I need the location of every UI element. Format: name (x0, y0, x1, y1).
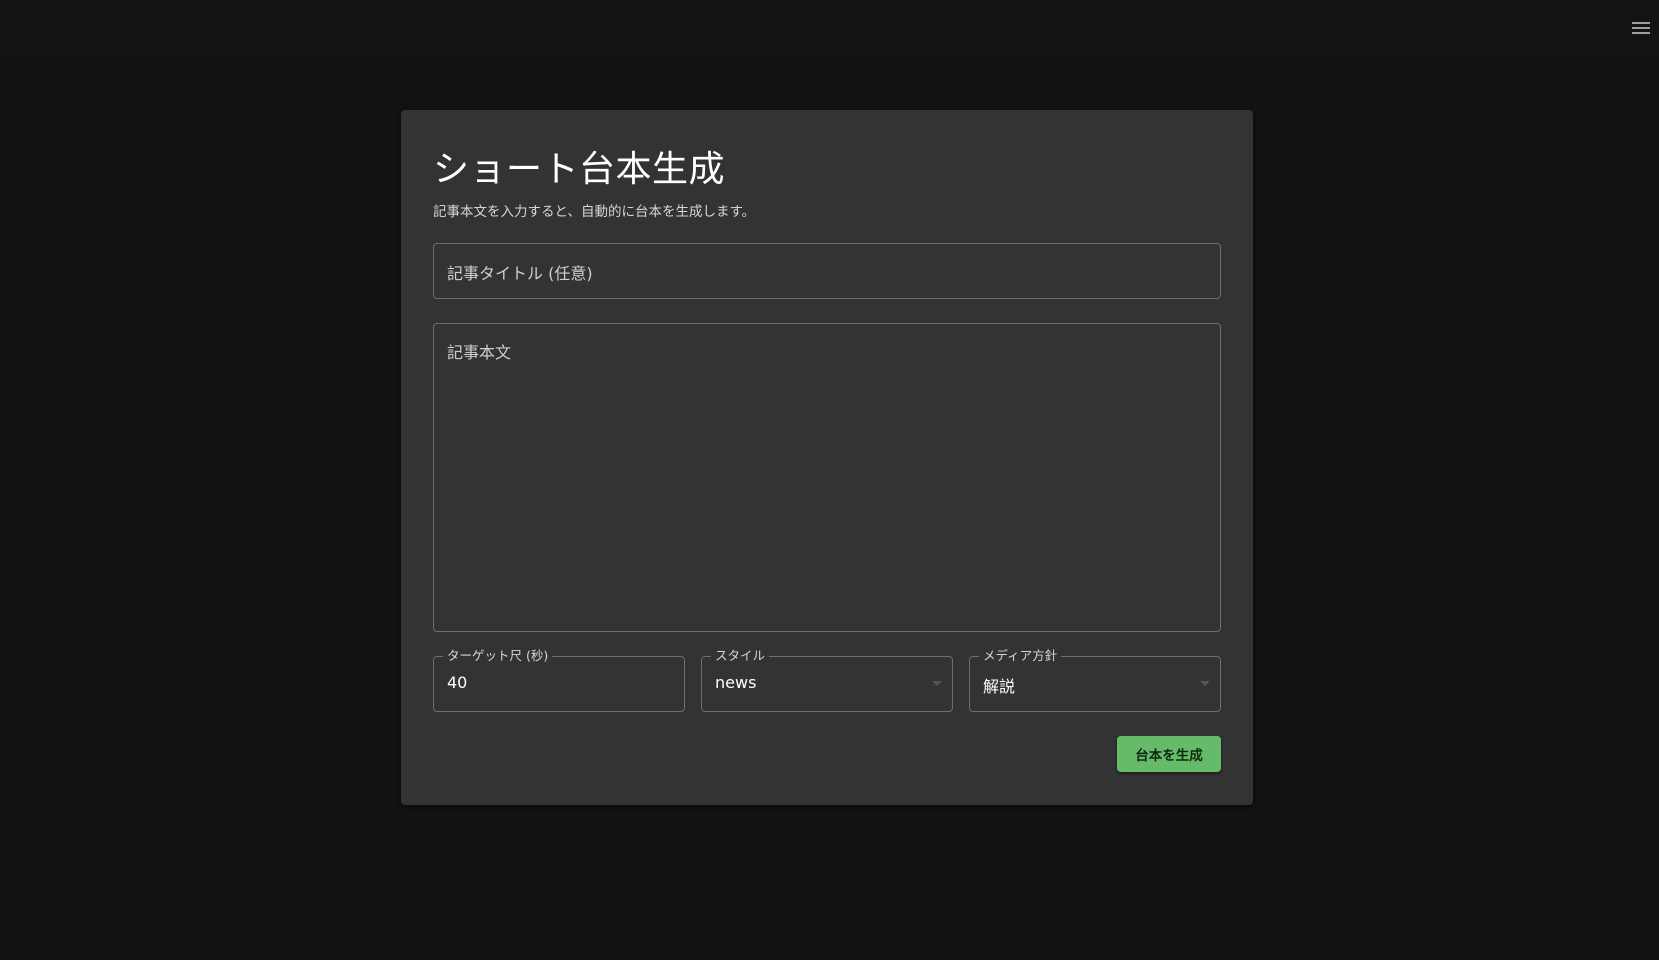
style-select[interactable]: スタイル news (701, 648, 953, 712)
target-duration-value: 40 (447, 673, 468, 692)
media-policy-value: 解説 (983, 677, 1016, 696)
page-subtitle: 記事本文を入力すると、自動的に台本を生成します。 (433, 204, 756, 220)
article-body-placeholder: 記事本文 (447, 343, 512, 362)
dropdown-caret-icon (932, 681, 942, 686)
style-label: スタイル (711, 648, 770, 664)
script-generator-card: ショート台本生成 記事本文を入力すると、自動的に台本を生成します。 記事タイトル… (401, 110, 1253, 805)
target-duration-input[interactable]: ターゲット尺 (秒) 40 (433, 648, 685, 712)
menu-button[interactable] (1623, 12, 1659, 44)
article-body-textarea[interactable]: 記事本文 (433, 323, 1221, 632)
dropdown-caret-icon (1200, 681, 1210, 686)
article-title-placeholder: 記事タイトル (任意) (447, 264, 593, 283)
hamburger-menu-icon (1632, 22, 1650, 34)
generate-script-button[interactable]: 台本を生成 (1117, 736, 1221, 772)
target-duration-label: ターゲット尺 (秒) (443, 648, 553, 664)
style-value: news (715, 673, 757, 692)
top-bar (0, 0, 1659, 56)
page-title: ショート台本生成 (433, 149, 726, 190)
media-policy-label: メディア方針 (979, 648, 1062, 664)
media-policy-select[interactable]: メディア方針 解説 (969, 648, 1221, 712)
article-title-input[interactable]: 記事タイトル (任意) (433, 243, 1221, 299)
